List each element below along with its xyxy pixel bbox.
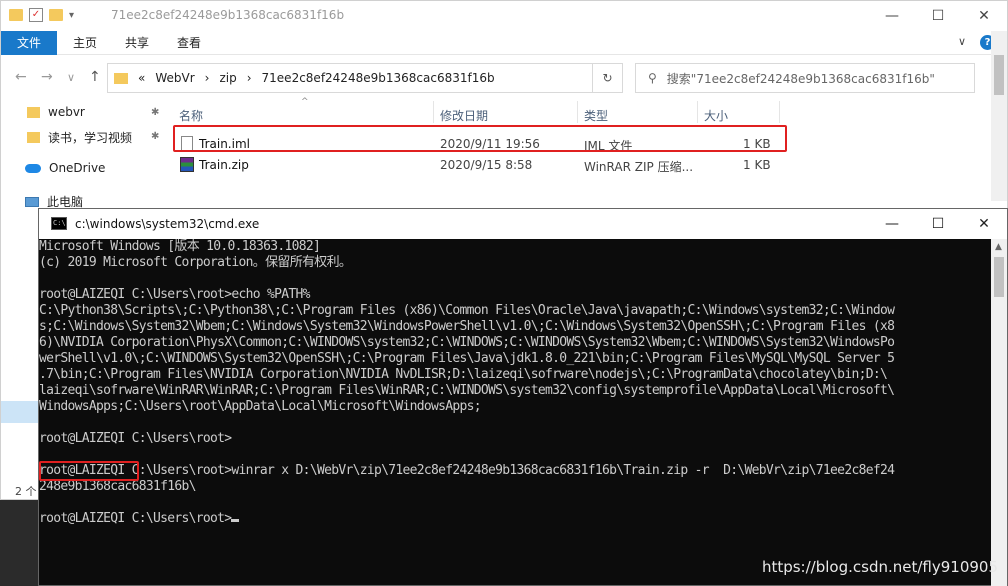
highlight-box <box>39 461 139 481</box>
column-header-type[interactable]: 类型 <box>584 107 608 124</box>
cmd-console-output[interactable]: Microsoft Windows [版本 10.0.18363.1082] (… <box>39 239 993 586</box>
column-header-modified[interactable]: 修改日期 <box>440 107 488 124</box>
close-button[interactable]: ✕ <box>961 1 1007 31</box>
console-line: root@LAIZEQI C:\Users\root>echo %PATH% <box>39 287 311 302</box>
column-divider[interactable] <box>433 101 434 123</box>
folder-icon <box>27 106 40 118</box>
sort-ascending-icon: ^ <box>301 97 309 107</box>
nav-item-label: 读书，学习视频 <box>48 131 133 145</box>
breadcrumb-current-folder[interactable]: 71ee2c8ef24248e9b1368cac6831f16b <box>262 71 495 85</box>
watermark: https://blog.csdn.net/fly910905 <box>761 558 998 576</box>
highlight-box <box>173 125 787 152</box>
nav-item-webvr[interactable]: webvr <box>27 105 85 119</box>
quick-access-toolbar: ✓ ▾ <box>9 8 74 22</box>
nav-item-label: OneDrive <box>49 161 106 175</box>
console-line: werShell\v1.0\;C:\WINDOWS\System32\OpenS… <box>39 351 895 366</box>
explorer-scrollbar[interactable] <box>991 31 1007 201</box>
file-name: Train.zip <box>199 158 249 172</box>
up-button[interactable]: ↑ <box>89 69 101 85</box>
onedrive-icon <box>25 163 41 173</box>
search-placeholder: 搜索"71ee2c8ef24248e9b1368cac6831f16b" <box>666 71 935 86</box>
nav-item-study-videos[interactable]: 读书，学习视频 <box>27 129 132 146</box>
breadcrumb-separator[interactable]: › <box>205 71 210 85</box>
tab-home[interactable]: 主页 <box>73 31 97 55</box>
column-divider[interactable] <box>577 101 578 123</box>
cmd-window-title: c:\windows\system32\cmd.exe <box>75 217 260 231</box>
maximize-button[interactable]: ☐ <box>915 209 961 239</box>
tab-share[interactable]: 共享 <box>125 31 149 55</box>
expand-ribbon-icon[interactable]: ∨ <box>958 35 966 50</box>
properties-icon[interactable]: ✓ <box>29 8 43 22</box>
refresh-button[interactable]: ↻ <box>592 64 622 92</box>
text-cursor <box>231 519 240 522</box>
scrollbar-thumb[interactable] <box>994 257 1004 297</box>
folder-icon <box>9 9 23 21</box>
breadcrumb-separator[interactable]: › <box>247 71 252 85</box>
maximize-button[interactable]: ☐ <box>915 1 961 31</box>
console-line: .7\bin;C:\Program Files\NVIDIA Corporati… <box>39 367 888 382</box>
nav-item-onedrive[interactable]: OneDrive <box>25 161 105 175</box>
winrar-archive-icon <box>180 157 194 172</box>
search-input[interactable]: ⚲ 搜索"71ee2c8ef24248e9b1368cac6831f16b" <box>635 63 975 93</box>
tab-view[interactable]: 查看 <box>177 31 201 55</box>
breadcrumb-webvr[interactable]: WebVr <box>155 71 194 85</box>
scroll-up-icon[interactable]: ▲ <box>995 242 1002 252</box>
file-row[interactable]: Train.zip 2020/9/15 8:58 WinRAR ZIP 压缩..… <box>169 155 789 175</box>
console-line: s;C:\Windows\System32\Wbem;C:\Windows\Sy… <box>39 319 895 334</box>
console-line: root@LAIZEQI C:\Users\root> <box>39 431 232 446</box>
cmd-window-controls: — ☐ ✕ <box>869 209 1007 239</box>
file-type: WinRAR ZIP 压缩... <box>584 160 694 174</box>
search-icon: ⚲ <box>648 71 657 85</box>
console-line: WindowsApps;C:\Users\root\AppData\Local\… <box>39 399 482 414</box>
breadcrumb-zip[interactable]: zip <box>219 71 236 85</box>
pin-icon: ✱ <box>151 131 160 142</box>
window-title: 71ee2c8ef24248e9b1368cac6831f16b <box>111 8 345 22</box>
cmd-titlebar[interactable]: C:\ c:\windows\system32\cmd.exe — ☐ ✕ <box>39 209 1007 239</box>
cmd-scrollbar[interactable]: ▲ <box>991 239 1007 586</box>
ribbon-right-controls: ∨ ? <box>958 35 995 50</box>
recent-locations-button[interactable]: ∨ <box>67 71 75 84</box>
cmd-icon: C:\ <box>51 217 67 230</box>
customize-toolbar-icon[interactable]: ▾ <box>69 10 74 21</box>
window-controls: — ☐ ✕ <box>869 1 1007 31</box>
cmd-window: C:\ c:\windows\system32\cmd.exe — ☐ ✕ Mi… <box>38 208 1008 586</box>
console-prompt-line: root@LAIZEQI C:\Users\root> <box>39 511 240 527</box>
address-bar-row: ← → ∨ ↑ « WebVr › zip › 71ee2c8ef24248e9… <box>1 55 1007 99</box>
folder-icon <box>114 72 128 84</box>
pin-icon: ✱ <box>151 107 160 118</box>
nav-item-label: webvr <box>48 105 85 119</box>
column-divider[interactable] <box>697 101 698 123</box>
close-button[interactable]: ✕ <box>961 209 1007 239</box>
back-button[interactable]: ← <box>15 69 27 85</box>
console-line: 248e9b1368cac6831f16b\ <box>39 479 196 494</box>
console-line: Microsoft Windows [版本 10.0.18363.1082] <box>39 239 321 254</box>
console-line: 6)\NVIDIA Corporation\PhysX\Common;C:\WI… <box>39 335 895 350</box>
address-box[interactable]: « WebVr › zip › 71ee2c8ef24248e9b1368cac… <box>107 63 623 93</box>
file-size: 1 KB <box>743 158 771 172</box>
console-line: root@LAIZEQI C:\Users\root>winrar x D:\W… <box>39 463 895 478</box>
console-line: C:\Python38\Scripts\;C:\Python38\;C:\Pro… <box>39 303 895 318</box>
minimize-button[interactable]: — <box>869 209 915 239</box>
pc-icon <box>25 196 39 207</box>
console-line: (c) 2019 Microsoft Corporation。保留所有权利。 <box>39 255 352 270</box>
ribbon-tabs: 文件 主页 共享 查看 ∨ ? <box>1 31 1007 55</box>
breadcrumb-overflow[interactable]: « <box>138 71 145 85</box>
minimize-button[interactable]: — <box>869 1 915 31</box>
forward-button[interactable]: → <box>41 69 53 85</box>
status-bar-item-count: 2 个 <box>15 485 37 498</box>
console-prompt: root@LAIZEQI C:\Users\root> <box>39 511 232 526</box>
column-divider[interactable] <box>779 101 780 123</box>
nav-item-selected[interactable] <box>1 401 41 423</box>
explorer-titlebar[interactable]: ✓ ▾ 71ee2c8ef24248e9b1368cac6831f16b — ☐… <box>1 1 1007 31</box>
file-modified: 2020/9/15 8:58 <box>440 158 533 172</box>
new-folder-icon[interactable] <box>49 9 63 21</box>
scrollbar-thumb[interactable] <box>994 55 1004 95</box>
column-header-name[interactable]: 名称 <box>179 107 203 124</box>
tab-file[interactable]: 文件 <box>1 31 57 55</box>
column-header-size[interactable]: 大小 <box>704 107 728 124</box>
console-line: laizeqi\sofrware\WinRAR\WinRAR;C:\Progra… <box>39 383 895 398</box>
folder-icon <box>27 132 40 143</box>
